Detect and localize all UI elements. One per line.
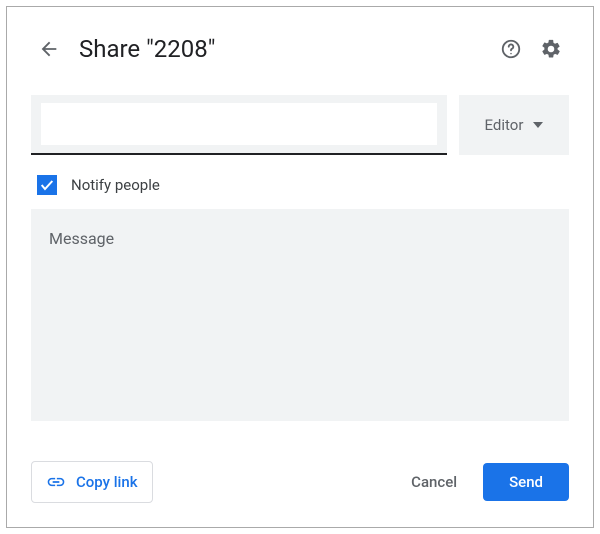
send-button[interactable]: Send	[483, 463, 569, 501]
message-container	[31, 209, 569, 421]
dialog-title: Share "2208"	[79, 35, 493, 63]
message-textarea[interactable]	[47, 227, 553, 403]
check-icon	[39, 177, 55, 193]
help-icon	[500, 38, 522, 60]
settings-button[interactable]	[533, 31, 569, 67]
role-selected-label: Editor	[485, 116, 524, 134]
role-dropdown[interactable]: Editor	[459, 95, 569, 155]
people-input-container	[31, 95, 447, 155]
gear-icon	[540, 38, 562, 60]
dialog-header: Share "2208"	[31, 31, 569, 67]
recipient-row: Editor	[31, 95, 569, 155]
header-actions	[493, 31, 569, 67]
share-dialog: Share "2208" Editor Notify people	[6, 6, 594, 528]
back-button[interactable]	[31, 31, 67, 67]
cancel-button[interactable]: Cancel	[393, 463, 475, 501]
notify-checkbox[interactable]	[37, 175, 57, 195]
arrow-left-icon	[38, 38, 60, 60]
notify-label: Notify people	[71, 176, 160, 194]
link-icon	[46, 472, 66, 492]
dialog-footer: Copy link Cancel Send	[31, 461, 569, 503]
copy-link-label: Copy link	[76, 473, 138, 491]
notify-row: Notify people	[37, 175, 569, 195]
people-input[interactable]	[41, 103, 437, 145]
copy-link-button[interactable]: Copy link	[31, 461, 153, 503]
help-button[interactable]	[493, 31, 529, 67]
chevron-down-icon	[533, 122, 543, 128]
